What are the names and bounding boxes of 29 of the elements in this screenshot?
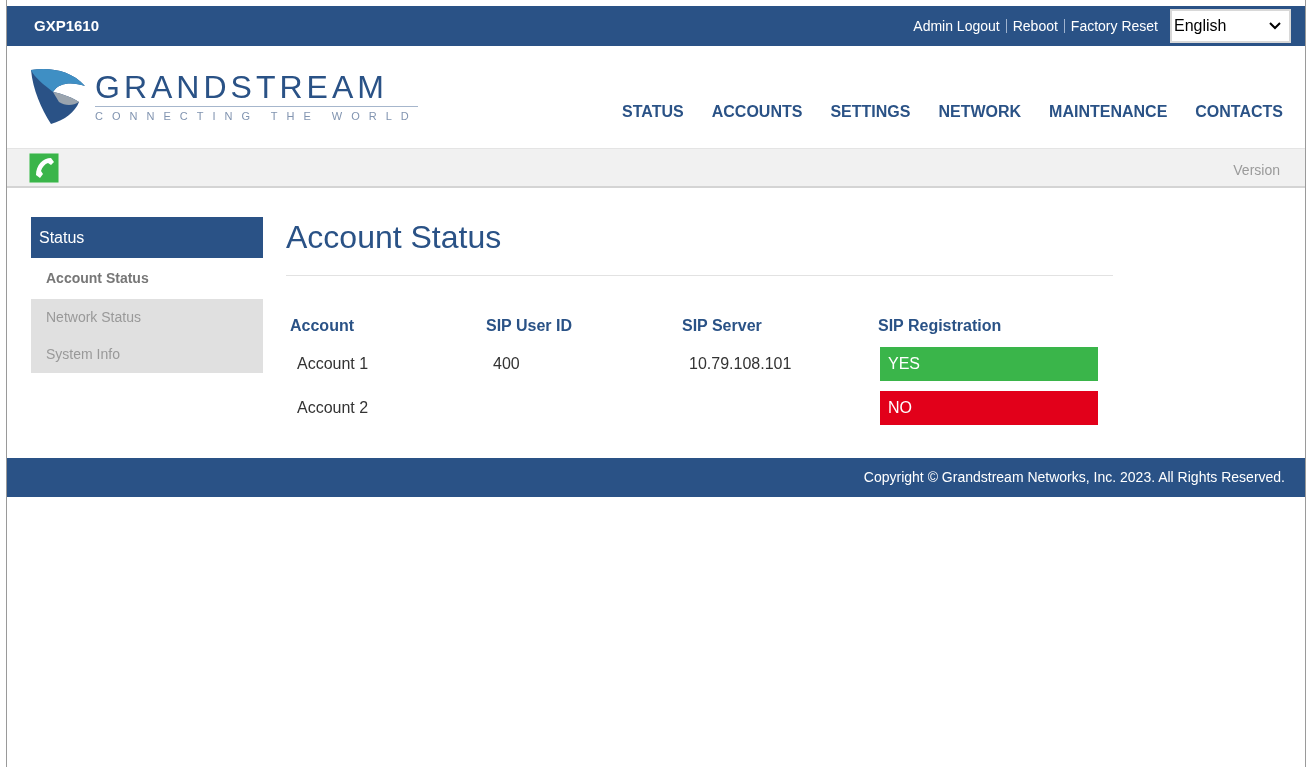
column-header: SIP User ID xyxy=(485,316,573,336)
registration-status: NO xyxy=(880,391,1098,425)
chevron-down-icon xyxy=(1269,22,1281,30)
sidebar-header: Status xyxy=(31,217,263,258)
logo-tagline: CONNECTING THE WORLD xyxy=(95,108,418,124)
logo-name: GRANDSTREAM xyxy=(95,69,418,107)
copyright-text: Copyright © Grandstream Networks, Inc. 2023. All Rights Reserved. xyxy=(863,468,1285,487)
language-select[interactable]: English xyxy=(1170,9,1291,43)
nav-link[interactable]: SETTINGS xyxy=(830,100,911,124)
model-name: GXP1610 xyxy=(34,15,100,36)
nav-link[interactable]: MAINTENANCE xyxy=(1049,100,1168,124)
phone-icon xyxy=(29,152,59,183)
registration-status: YES xyxy=(880,347,1098,381)
table-cell: Account 1 xyxy=(297,355,369,372)
column-header: SIP Server xyxy=(681,316,763,336)
table-cell: 10.79.108.101 xyxy=(689,355,792,372)
column-header: Account xyxy=(289,316,355,336)
top-link[interactable]: Admin Logout xyxy=(913,15,1000,37)
top-link[interactable]: Reboot xyxy=(1012,15,1058,37)
page-title: Account Status xyxy=(286,217,1113,276)
nav-link[interactable]: STATUS xyxy=(622,100,684,124)
nav-link[interactable]: CONTACTS xyxy=(1195,100,1283,124)
nav-link[interactable]: NETWORK xyxy=(938,100,1022,124)
table-cell: Account 2 xyxy=(297,399,369,416)
table-cell: 400 xyxy=(493,355,520,372)
logo-icon xyxy=(29,68,87,126)
nav-link[interactable]: ACCOUNTS xyxy=(711,100,803,124)
column-header: SIP Registration xyxy=(877,316,1003,336)
top-link[interactable]: Factory Reset xyxy=(1070,15,1158,37)
